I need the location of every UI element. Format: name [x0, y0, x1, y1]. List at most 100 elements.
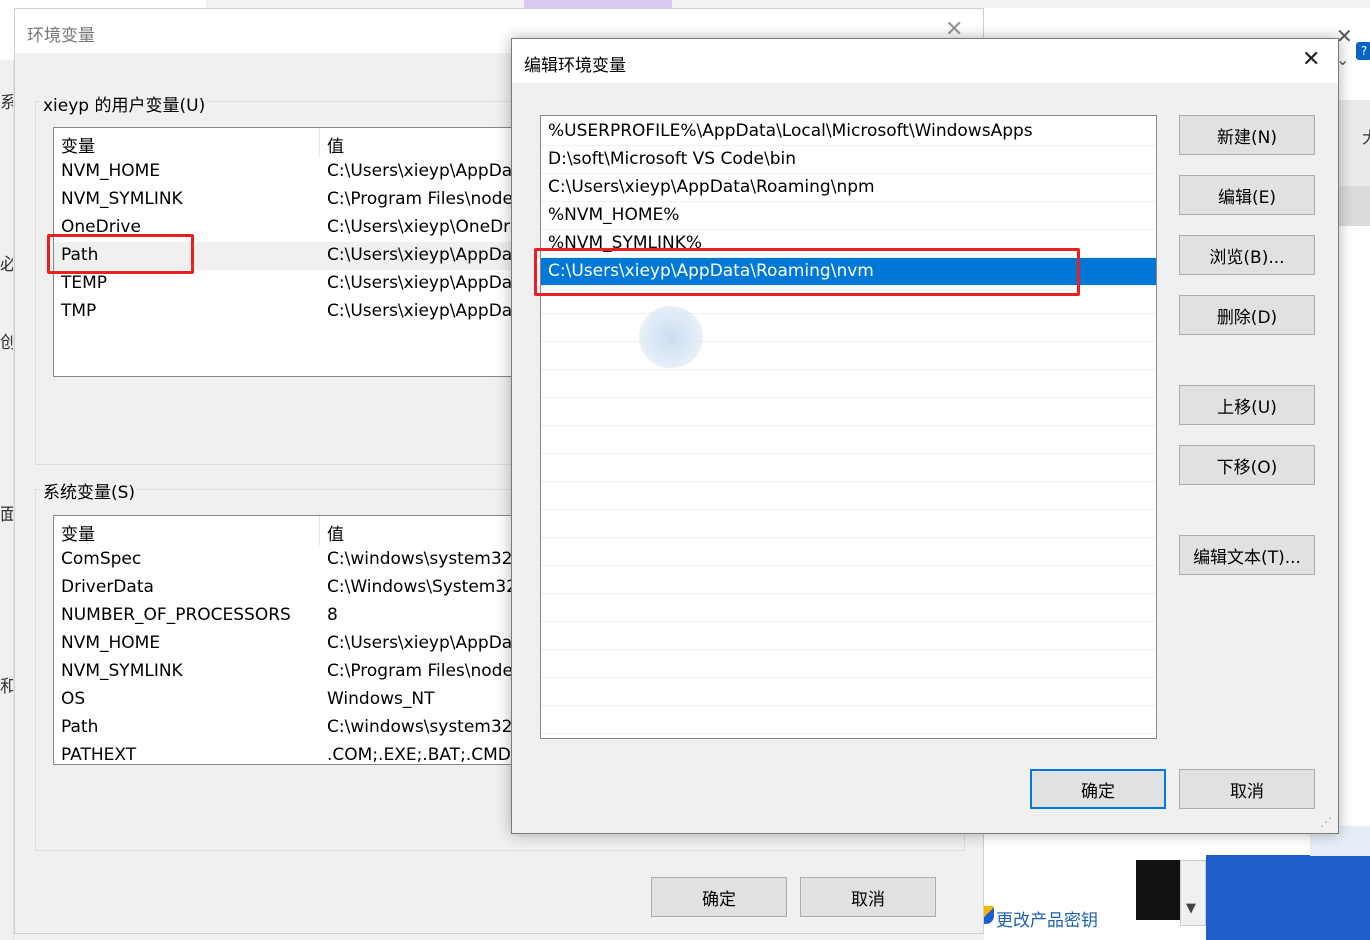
empty-list-row[interactable]	[541, 482, 1156, 510]
variable-value: C:\Program Files\node	[327, 661, 513, 681]
column-header-value[interactable]: 值	[327, 132, 344, 157]
browse-button[interactable]: 浏览(B)...	[1179, 235, 1315, 275]
table-row[interactable]: NVM_HOME C:\Users\xieyp\AppDa	[54, 158, 522, 186]
chevron-down-icon[interactable]: ▼	[1186, 901, 1196, 916]
variable-value: C:\Users\xieyp\AppDa	[327, 161, 513, 181]
empty-list-row[interactable]	[541, 594, 1156, 622]
table-row[interactable]: NVM_HOME C:\Users\xieyp\AppDa	[54, 630, 522, 658]
path-entry-text: C:\Users\xieyp\AppData\Roaming\npm	[548, 177, 875, 197]
column-header-variable[interactable]: 变量	[61, 520, 95, 545]
bg-text: 系	[0, 88, 13, 113]
variable-name: NVM_SYMLINK	[61, 189, 183, 209]
move-up-button[interactable]: 上移(U)	[1179, 385, 1315, 425]
background-panel	[1336, 186, 1370, 226]
variable-value: C:\Program Files\node	[327, 189, 513, 209]
path-entry-text: %NVM_HOME%	[548, 205, 680, 225]
variable-name: NVM_HOME	[61, 633, 161, 653]
background-tab	[524, 0, 672, 8]
variable-value: C:\Users\xieyp\AppDa	[327, 633, 513, 653]
delete-button[interactable]: 删除(D)	[1179, 295, 1315, 335]
bg-text: 创	[0, 328, 13, 353]
variable-value: C:\windows\system32	[327, 549, 513, 569]
table-row[interactable]: PATHEXT .COM;.EXE;.BAT;.CMD	[54, 742, 522, 765]
empty-list-row[interactable]	[541, 370, 1156, 398]
empty-list-row[interactable]	[541, 566, 1156, 594]
variable-name: NUMBER_OF_PROCESSORS	[61, 605, 291, 625]
list-item[interactable]: %NVM_HOME%	[541, 202, 1156, 230]
edit-text-button[interactable]: 编辑文本(T)...	[1179, 535, 1315, 575]
empty-list-row[interactable]	[541, 314, 1156, 342]
empty-list-row[interactable]	[541, 678, 1156, 706]
variable-name: OS	[61, 689, 86, 709]
background-black-area	[1136, 860, 1180, 920]
column-separator[interactable]	[319, 516, 320, 546]
empty-list-row[interactable]	[541, 706, 1156, 734]
table-header: 变量 值	[54, 516, 522, 546]
variable-name: TMP	[61, 301, 97, 321]
bg-text: 必	[0, 250, 13, 275]
variable-name: NVM_HOME	[61, 161, 161, 181]
variable-value: C:\Users\xieyp\AppDa	[327, 273, 513, 293]
path-entries-list[interactable]: %USERPROFILE%\AppData\Local\Microsoft\Wi…	[540, 115, 1157, 739]
table-row[interactable]: Path C:\windows\system32	[54, 714, 522, 742]
background-window-strip	[206, 0, 1370, 8]
variable-name: NVM_SYMLINK	[61, 661, 183, 681]
table-header: 变量 值	[54, 128, 522, 158]
scrollbar[interactable]: ▼	[1180, 860, 1206, 926]
desktop-wallpaper	[1206, 855, 1370, 940]
resize-grip-icon[interactable]: ⋰	[1320, 815, 1332, 829]
system-variables-label: 系统变量(S)	[41, 478, 138, 503]
table-row[interactable]: DriverData C:\Windows\System32	[54, 574, 522, 602]
variable-name: DriverData	[61, 577, 154, 597]
bg-text: 和	[0, 672, 13, 697]
highlight-box-nvm	[534, 248, 1080, 296]
table-row[interactable]: ComSpec C:\windows\system32	[54, 546, 522, 574]
ok-button[interactable]: 确定	[1030, 769, 1166, 809]
cancel-button[interactable]: 取消	[800, 877, 936, 917]
ok-button[interactable]: 确定	[651, 877, 787, 917]
list-item[interactable]: %USERPROFILE%\AppData\Local\Microsoft\Wi…	[541, 118, 1156, 146]
empty-list-row[interactable]	[541, 454, 1156, 482]
edit-button[interactable]: 编辑(E)	[1179, 175, 1315, 215]
close-icon[interactable]: ✕	[1302, 47, 1320, 72]
variable-value: C:\Users\xieyp\AppDa	[327, 245, 513, 265]
empty-list-row[interactable]	[541, 538, 1156, 566]
variable-value: C:\windows\system32	[327, 717, 513, 737]
table-row[interactable]: NUMBER_OF_PROCESSORS 8	[54, 602, 522, 630]
move-down-button[interactable]: 下移(O)	[1179, 445, 1315, 485]
empty-list-row[interactable]	[541, 622, 1156, 650]
cancel-button[interactable]: 取消	[1179, 769, 1315, 809]
column-separator[interactable]	[319, 128, 320, 158]
table-row[interactable]: TEMP C:\Users\xieyp\AppDa	[54, 270, 522, 298]
user-variables-label: xieyp 的用户变量(U)	[41, 91, 208, 116]
background-panel	[1336, 100, 1370, 200]
empty-list-row[interactable]	[541, 398, 1156, 426]
edit-environment-variable-dialog: 编辑环境变量 ✕ %USERPROFILE%\AppData\Local\Mic…	[511, 38, 1339, 834]
redaction-blur	[639, 306, 703, 368]
title-bar: 编辑环境变量 ✕	[512, 39, 1338, 83]
help-icon[interactable]: ?	[1356, 42, 1370, 60]
variable-value: C:\Windows\System32	[327, 577, 517, 597]
empty-list-row[interactable]	[541, 510, 1156, 538]
table-row[interactable]: OS Windows_NT	[54, 686, 522, 714]
background-window-left: 系 必 创 面 和	[0, 60, 14, 940]
variable-name: ComSpec	[61, 549, 142, 569]
table-row[interactable]: NVM_SYMLINK C:\Program Files\node	[54, 186, 522, 214]
empty-list-row[interactable]	[541, 650, 1156, 678]
system-variables-table[interactable]: 变量 值 ComSpec C:\windows\system32 DriverDat…	[53, 515, 523, 765]
table-row[interactable]: NVM_SYMLINK C:\Program Files\node	[54, 658, 522, 686]
column-header-value[interactable]: 值	[327, 520, 344, 545]
path-entry-text: D:\soft\Microsoft VS Code\bin	[548, 149, 797, 169]
variable-value: .COM;.EXE;.BAT;.CMD	[327, 745, 511, 765]
change-product-key-link[interactable]: 更改产品密钥	[996, 906, 1098, 931]
list-item[interactable]: C:\Users\xieyp\AppData\Roaming\npm	[541, 174, 1156, 202]
column-header-variable[interactable]: 变量	[61, 132, 95, 157]
variable-value: Windows_NT	[327, 689, 435, 709]
variable-name: PATHEXT	[61, 745, 137, 765]
table-row[interactable]: TMP C:\Users\xieyp\AppDa	[54, 298, 522, 326]
empty-list-row[interactable]	[541, 426, 1156, 454]
new-button[interactable]: 新建(N)	[1179, 115, 1315, 155]
empty-list-row[interactable]	[541, 342, 1156, 370]
variable-name: Path	[61, 717, 99, 737]
list-item[interactable]: D:\soft\Microsoft VS Code\bin	[541, 146, 1156, 174]
